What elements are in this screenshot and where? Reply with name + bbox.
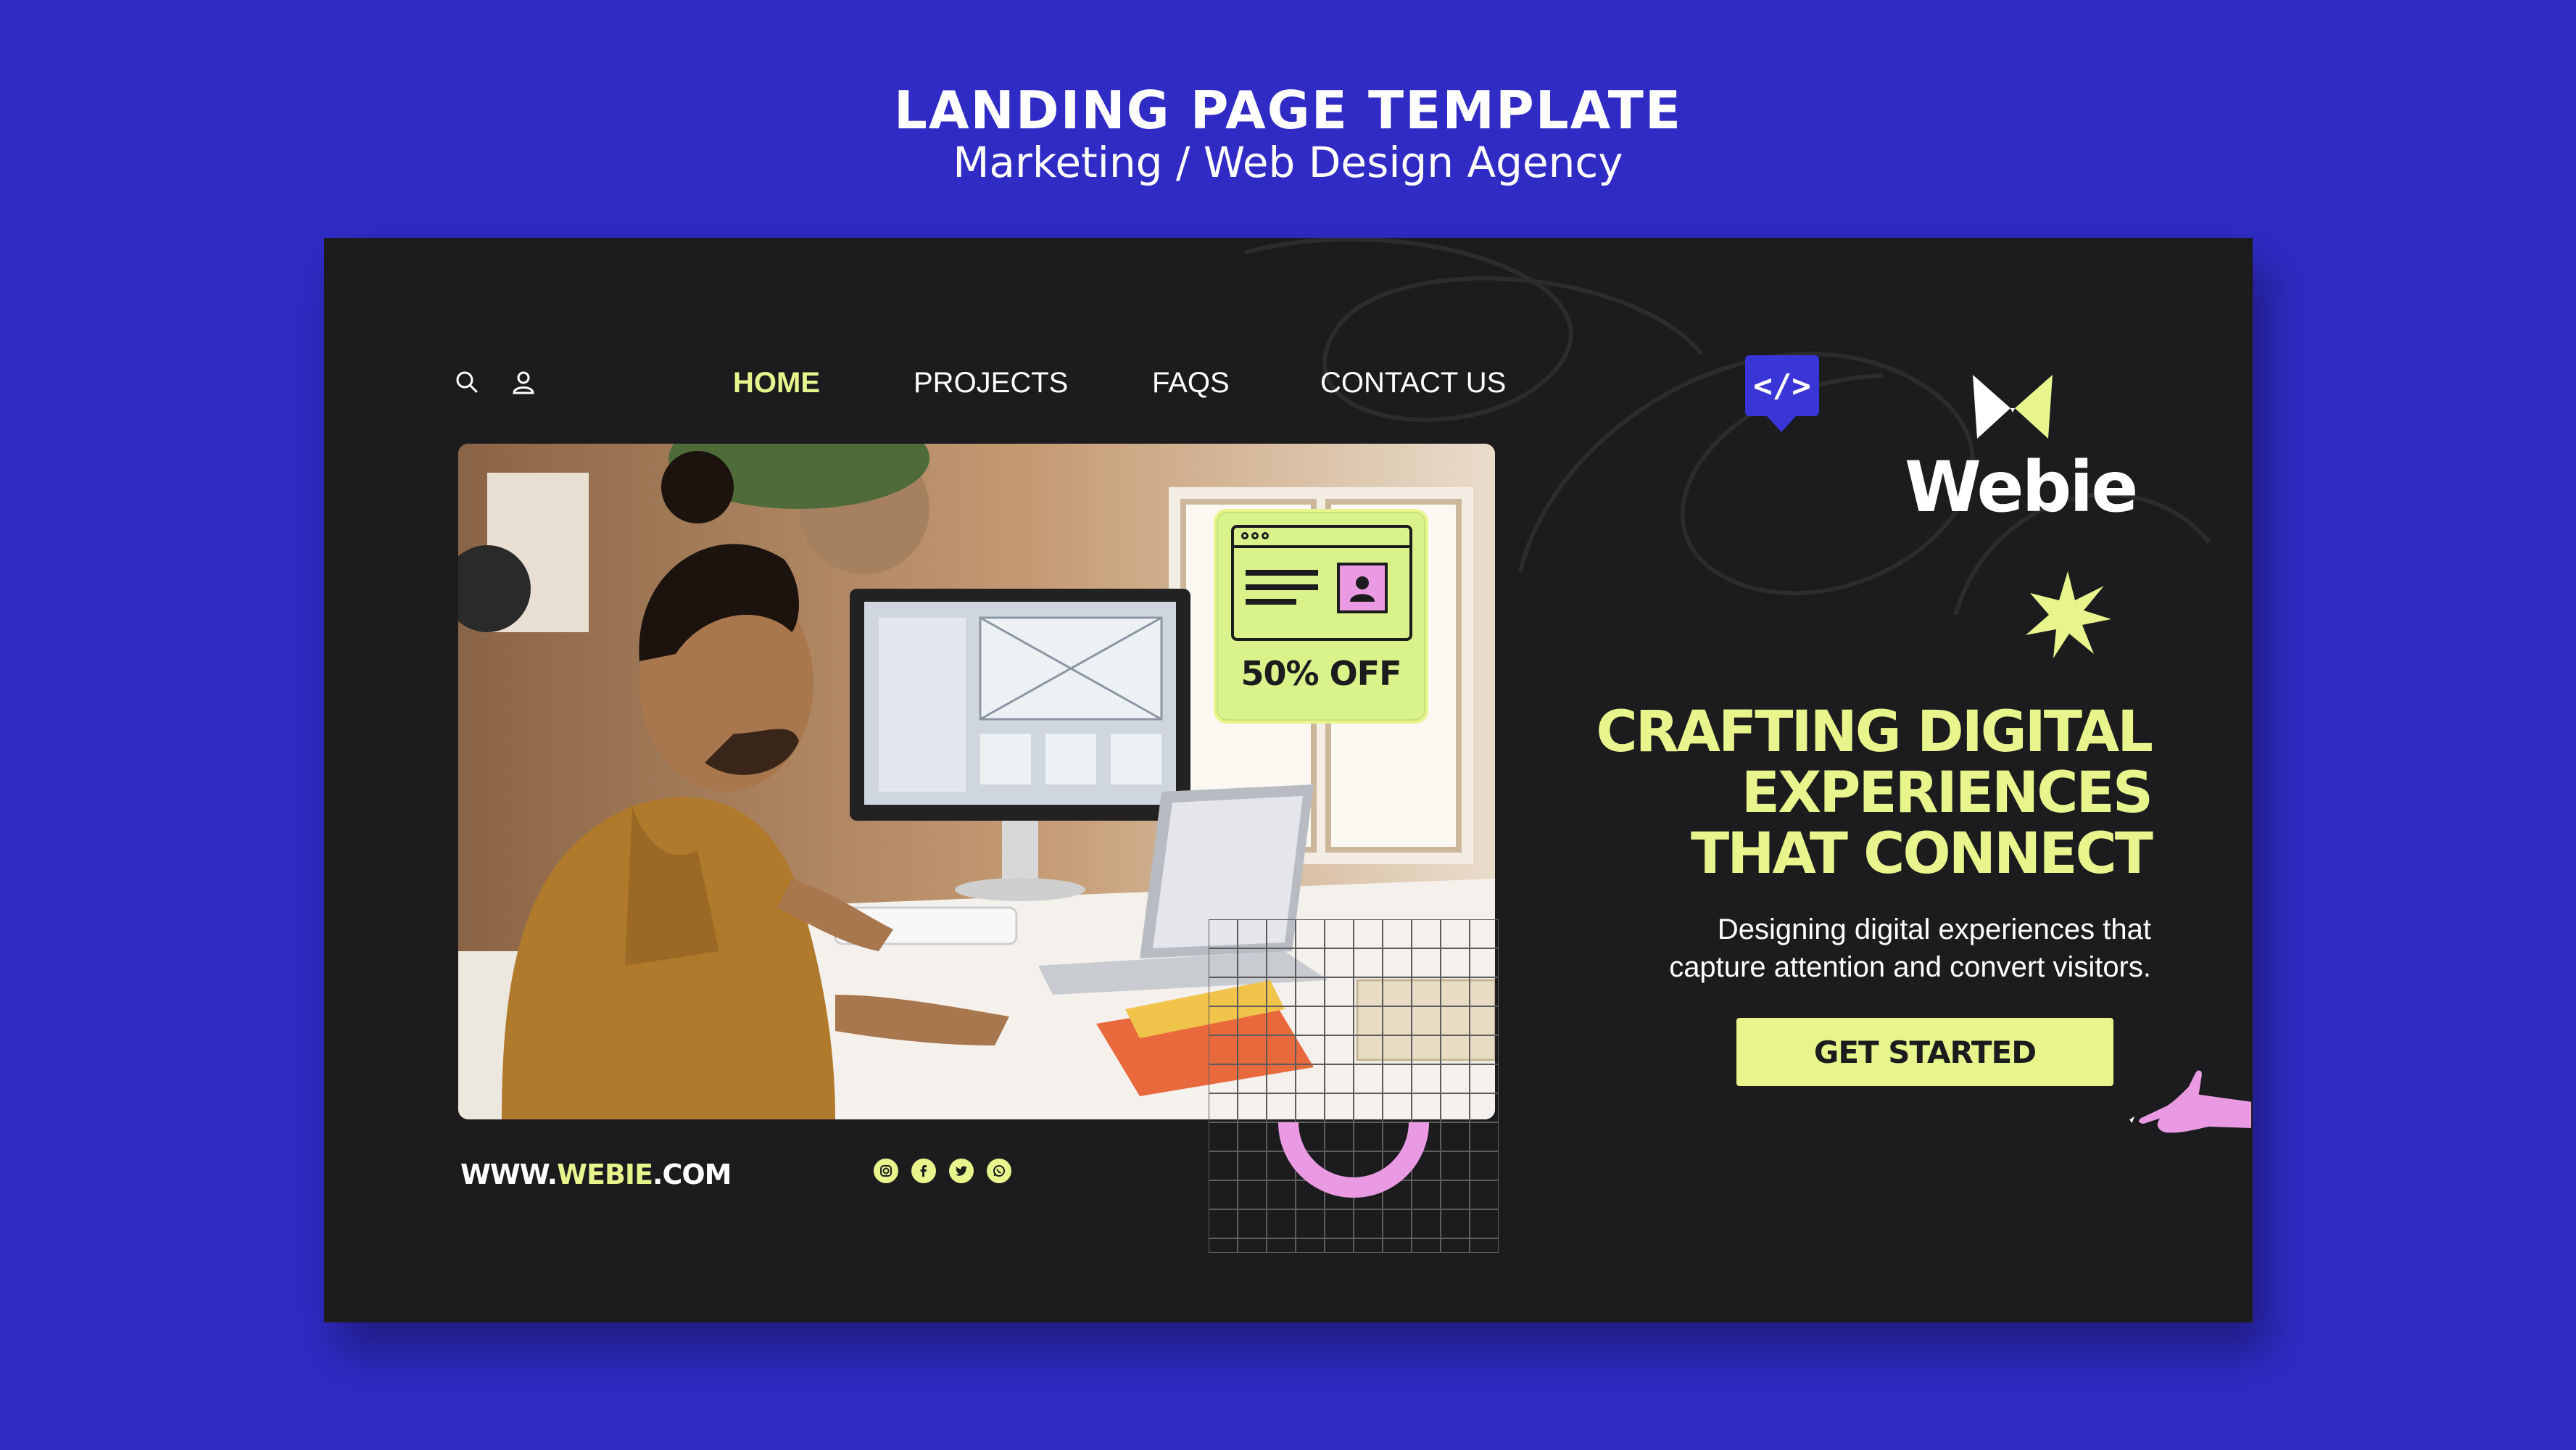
subtext-line-1: Designing digital experiences that bbox=[1717, 914, 2151, 945]
headline-line-3: THAT CONNECT bbox=[1691, 821, 2153, 887]
main-nav: HOME PROJECTS FAQS CONTACT US bbox=[733, 367, 1506, 399]
discount-label: 50% OFF bbox=[1241, 654, 1401, 693]
hand-pointer-icon bbox=[2126, 1067, 2253, 1136]
headline-line-1: CRAFTING DIGITAL bbox=[1596, 700, 2153, 765]
decorative-grid bbox=[1209, 919, 1499, 1253]
hero-headline: CRAFTING DIGITAL EXPERIENCES THAT CONNEC… bbox=[1499, 700, 2153, 887]
whatsapp-icon[interactable] bbox=[987, 1159, 1011, 1183]
discount-card[interactable]: 50% OFF bbox=[1214, 509, 1428, 724]
landing-page-mockup: HOME PROJECTS FAQS CONTACT US </> Webie bbox=[324, 238, 2253, 1322]
get-started-button[interactable]: GET STARTED bbox=[1736, 1018, 2113, 1086]
avatar-icon bbox=[1337, 563, 1388, 613]
facebook-icon[interactable] bbox=[911, 1159, 936, 1183]
nav-contact-us[interactable]: CONTACT US bbox=[1320, 367, 1506, 399]
header-subtitle: Marketing / Web Design Agency bbox=[953, 138, 1623, 187]
code-icon: </> bbox=[1745, 355, 1819, 432]
browser-window-icon bbox=[1231, 525, 1412, 641]
website-url[interactable]: WWW.WEBIE.COM bbox=[460, 1159, 732, 1190]
url-prefix: WWW. bbox=[460, 1159, 558, 1190]
social-links bbox=[874, 1159, 1011, 1183]
header-title: LANDING PAGE TEMPLATE bbox=[893, 80, 1683, 141]
nav-faqs[interactable]: FAQS bbox=[1152, 367, 1320, 399]
nav-home[interactable]: HOME bbox=[733, 367, 914, 399]
headline-line-2: EXPERIENCES bbox=[1741, 761, 2153, 826]
butterfly-logo-icon bbox=[1973, 375, 2053, 439]
instagram-icon[interactable] bbox=[874, 1159, 898, 1183]
brand-name: Webie bbox=[1905, 447, 2138, 528]
sparkle-star-icon bbox=[2026, 571, 2111, 658]
subtext-line-2: capture attention and convert visitors. bbox=[1669, 951, 2151, 983]
nav-projects[interactable]: PROJECTS bbox=[914, 367, 1152, 399]
url-suffix: .COM bbox=[653, 1159, 732, 1190]
user-icon[interactable] bbox=[511, 370, 536, 394]
search-icon[interactable] bbox=[455, 370, 479, 394]
twitter-icon[interactable] bbox=[949, 1159, 974, 1183]
hero-subtext: Designing digital experiences that captu… bbox=[1528, 911, 2151, 986]
url-highlight: WEBIE bbox=[557, 1159, 653, 1190]
